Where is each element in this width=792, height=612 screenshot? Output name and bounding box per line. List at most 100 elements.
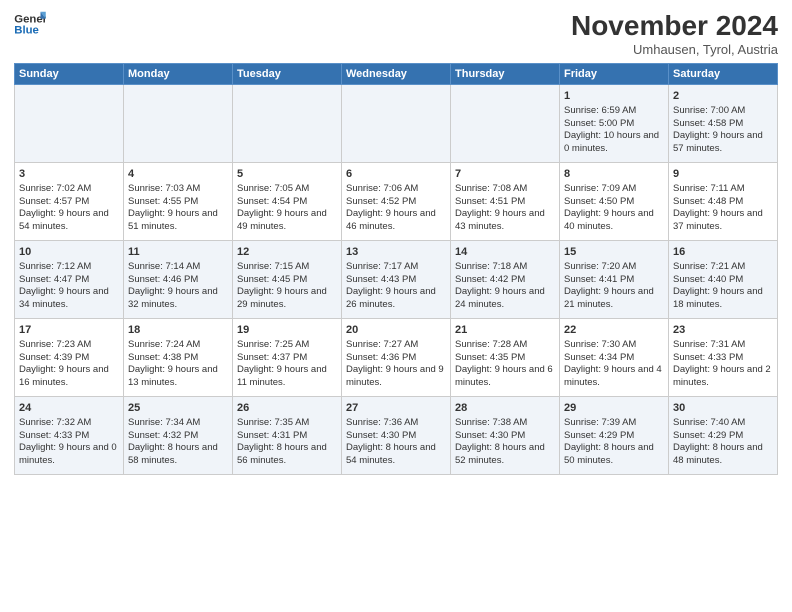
- day-info-line: Sunset: 4:29 PM: [673, 430, 773, 443]
- calendar-header: Sunday Monday Tuesday Wednesday Thursday…: [15, 64, 778, 85]
- day-number: 13: [346, 245, 446, 260]
- logo: General Blue: [14, 10, 46, 38]
- day-info-line: Sunrise: 7:21 AM: [673, 261, 773, 274]
- day-number: 27: [346, 401, 446, 416]
- day-info-line: Daylight: 9 hours and 2 minutes.: [673, 364, 773, 390]
- day-info-line: Sunset: 4:54 PM: [237, 196, 337, 209]
- cell-w2-d5: 7Sunrise: 7:08 AMSunset: 4:51 PMDaylight…: [451, 163, 560, 241]
- month-title: November 2024: [571, 10, 778, 42]
- logo-icon: General Blue: [14, 10, 46, 38]
- day-info-line: Daylight: 9 hours and 6 minutes.: [455, 364, 555, 390]
- day-number: 29: [564, 401, 664, 416]
- day-number: 15: [564, 245, 664, 260]
- day-info-line: Sunrise: 7:12 AM: [19, 261, 119, 274]
- day-number: 12: [237, 245, 337, 260]
- day-number: 22: [564, 323, 664, 338]
- day-info-line: Sunrise: 7:40 AM: [673, 417, 773, 430]
- day-info-line: Daylight: 9 hours and 34 minutes.: [19, 286, 119, 312]
- week-row-3: 10Sunrise: 7:12 AMSunset: 4:47 PMDayligh…: [15, 241, 778, 319]
- day-number: 3: [19, 167, 119, 182]
- day-info-line: Sunset: 4:31 PM: [237, 430, 337, 443]
- week-row-5: 24Sunrise: 7:32 AMSunset: 4:33 PMDayligh…: [15, 397, 778, 475]
- day-info-line: Sunset: 4:58 PM: [673, 118, 773, 131]
- day-number: 24: [19, 401, 119, 416]
- day-number: 10: [19, 245, 119, 260]
- day-info-line: Sunset: 4:52 PM: [346, 196, 446, 209]
- day-info-line: Sunset: 4:38 PM: [128, 352, 228, 365]
- col-tuesday: Tuesday: [233, 64, 342, 85]
- day-info-line: Sunrise: 7:11 AM: [673, 183, 773, 196]
- day-info-line: Daylight: 9 hours and 40 minutes.: [564, 208, 664, 234]
- day-info-line: Sunset: 4:30 PM: [346, 430, 446, 443]
- day-info-line: Daylight: 9 hours and 57 minutes.: [673, 130, 773, 156]
- day-info-line: Sunset: 4:29 PM: [564, 430, 664, 443]
- day-info-line: Sunset: 4:46 PM: [128, 274, 228, 287]
- cell-w1-d7: 2Sunrise: 7:00 AMSunset: 4:58 PMDaylight…: [669, 85, 778, 163]
- day-info-line: Sunset: 4:50 PM: [564, 196, 664, 209]
- title-block: November 2024 Umhausen, Tyrol, Austria: [571, 10, 778, 57]
- day-info-line: Sunrise: 7:39 AM: [564, 417, 664, 430]
- day-number: 23: [673, 323, 773, 338]
- day-info-line: Sunrise: 7:17 AM: [346, 261, 446, 274]
- day-number: 21: [455, 323, 555, 338]
- svg-text:Blue: Blue: [14, 25, 39, 37]
- cell-w4-d2: 18Sunrise: 7:24 AMSunset: 4:38 PMDayligh…: [124, 319, 233, 397]
- cell-w3-d7: 16Sunrise: 7:21 AMSunset: 4:40 PMDayligh…: [669, 241, 778, 319]
- cell-w4-d4: 20Sunrise: 7:27 AMSunset: 4:36 PMDayligh…: [342, 319, 451, 397]
- day-info-line: Daylight: 8 hours and 50 minutes.: [564, 442, 664, 468]
- cell-w3-d1: 10Sunrise: 7:12 AMSunset: 4:47 PMDayligh…: [15, 241, 124, 319]
- day-number: 18: [128, 323, 228, 338]
- day-number: 9: [673, 167, 773, 182]
- header-row: Sunday Monday Tuesday Wednesday Thursday…: [15, 64, 778, 85]
- cell-w1-d3: [233, 85, 342, 163]
- day-number: 14: [455, 245, 555, 260]
- cell-w2-d6: 8Sunrise: 7:09 AMSunset: 4:50 PMDaylight…: [560, 163, 669, 241]
- day-number: 30: [673, 401, 773, 416]
- day-info-line: Sunrise: 7:00 AM: [673, 105, 773, 118]
- week-row-1: 1Sunrise: 6:59 AMSunset: 5:00 PMDaylight…: [15, 85, 778, 163]
- cell-w2-d3: 5Sunrise: 7:05 AMSunset: 4:54 PMDaylight…: [233, 163, 342, 241]
- day-info-line: Sunrise: 7:27 AM: [346, 339, 446, 352]
- cell-w1-d6: 1Sunrise: 6:59 AMSunset: 5:00 PMDaylight…: [560, 85, 669, 163]
- day-info-line: Daylight: 10 hours and 0 minutes.: [564, 130, 664, 156]
- day-number: 6: [346, 167, 446, 182]
- day-info-line: Sunrise: 6:59 AM: [564, 105, 664, 118]
- day-info-line: Sunrise: 7:23 AM: [19, 339, 119, 352]
- day-number: 20: [346, 323, 446, 338]
- day-info-line: Sunset: 4:32 PM: [128, 430, 228, 443]
- cell-w1-d1: [15, 85, 124, 163]
- cell-w2-d7: 9Sunrise: 7:11 AMSunset: 4:48 PMDaylight…: [669, 163, 778, 241]
- cell-w3-d4: 13Sunrise: 7:17 AMSunset: 4:43 PMDayligh…: [342, 241, 451, 319]
- day-info-line: Daylight: 9 hours and 24 minutes.: [455, 286, 555, 312]
- cell-w4-d7: 23Sunrise: 7:31 AMSunset: 4:33 PMDayligh…: [669, 319, 778, 397]
- week-row-4: 17Sunrise: 7:23 AMSunset: 4:39 PMDayligh…: [15, 319, 778, 397]
- day-info-line: Daylight: 9 hours and 21 minutes.: [564, 286, 664, 312]
- day-info-line: Sunrise: 7:34 AM: [128, 417, 228, 430]
- cell-w1-d5: [451, 85, 560, 163]
- day-info-line: Sunrise: 7:32 AM: [19, 417, 119, 430]
- day-info-line: Daylight: 8 hours and 48 minutes.: [673, 442, 773, 468]
- day-info-line: Sunrise: 7:38 AM: [455, 417, 555, 430]
- day-info-line: Sunrise: 7:36 AM: [346, 417, 446, 430]
- day-info-line: Sunset: 4:30 PM: [455, 430, 555, 443]
- day-info-line: Daylight: 9 hours and 54 minutes.: [19, 208, 119, 234]
- day-info-line: Sunrise: 7:14 AM: [128, 261, 228, 274]
- day-info-line: Sunset: 4:39 PM: [19, 352, 119, 365]
- day-info-line: Sunset: 4:36 PM: [346, 352, 446, 365]
- day-info-line: Sunrise: 7:35 AM: [237, 417, 337, 430]
- day-info-line: Daylight: 9 hours and 32 minutes.: [128, 286, 228, 312]
- day-info-line: Daylight: 9 hours and 29 minutes.: [237, 286, 337, 312]
- day-number: 1: [564, 89, 664, 104]
- day-number: 19: [237, 323, 337, 338]
- day-info-line: Daylight: 9 hours and 11 minutes.: [237, 364, 337, 390]
- day-info-line: Sunrise: 7:03 AM: [128, 183, 228, 196]
- col-wednesday: Wednesday: [342, 64, 451, 85]
- col-thursday: Thursday: [451, 64, 560, 85]
- day-info-line: Daylight: 9 hours and 13 minutes.: [128, 364, 228, 390]
- day-info-line: Daylight: 9 hours and 4 minutes.: [564, 364, 664, 390]
- cell-w4-d3: 19Sunrise: 7:25 AMSunset: 4:37 PMDayligh…: [233, 319, 342, 397]
- day-info-line: Sunset: 4:41 PM: [564, 274, 664, 287]
- calendar-body: 1Sunrise: 6:59 AMSunset: 5:00 PMDaylight…: [15, 85, 778, 475]
- day-info-line: Sunset: 4:35 PM: [455, 352, 555, 365]
- cell-w3-d3: 12Sunrise: 7:15 AMSunset: 4:45 PMDayligh…: [233, 241, 342, 319]
